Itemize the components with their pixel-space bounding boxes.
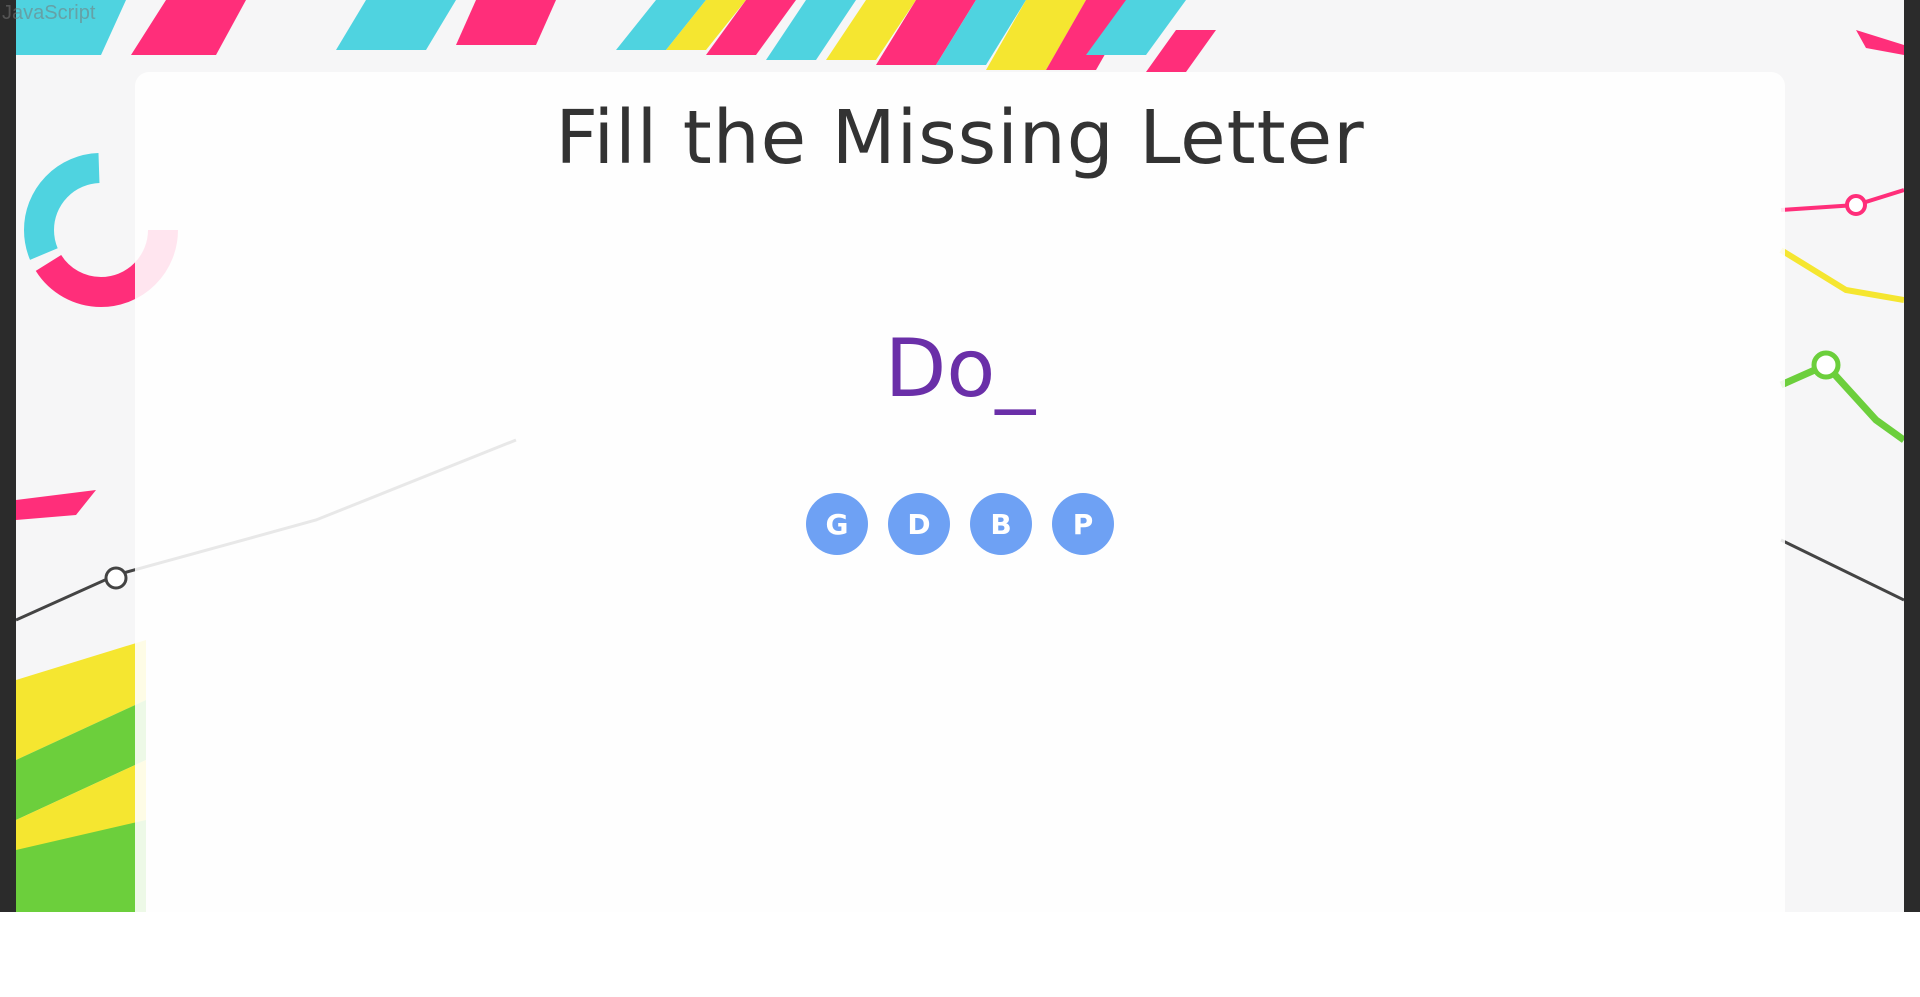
puzzle-word: Do_ xyxy=(884,322,1036,415)
option-b-button[interactable]: B xyxy=(970,493,1032,555)
option-g-button[interactable]: G xyxy=(806,493,868,555)
letter-options: G D B P xyxy=(0,493,1920,555)
top-label: JavaScript xyxy=(2,2,96,24)
game-panel xyxy=(135,72,1785,912)
option-d-button[interactable]: D xyxy=(888,493,950,555)
game-title: Fill the Missing Letter xyxy=(555,95,1365,181)
option-p-button[interactable]: P xyxy=(1052,493,1114,555)
